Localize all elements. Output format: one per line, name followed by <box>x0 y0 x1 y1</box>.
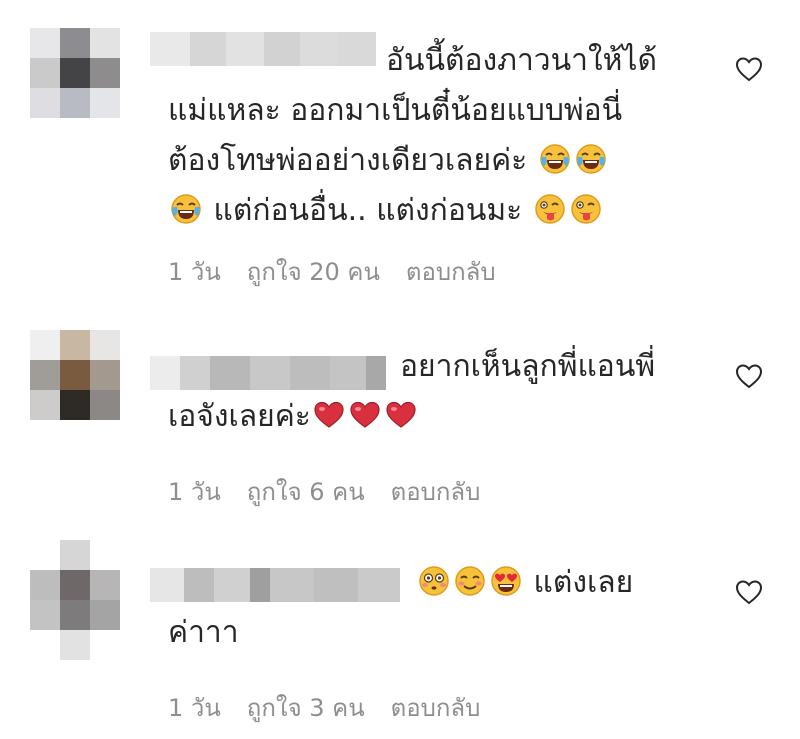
heart-icon <box>385 399 417 431</box>
flushed-face-icon <box>418 565 450 597</box>
comment-line: เอจังเลยค่ะ <box>168 399 311 434</box>
avatar[interactable] <box>30 540 120 660</box>
reply-button[interactable]: ตอบกลับ <box>391 472 481 511</box>
avatar[interactable] <box>30 28 120 118</box>
comment-line: แต่ก่อนอื่น.. แต่งก่อนมะ <box>213 193 523 228</box>
winking-tongue-icon <box>570 193 602 225</box>
tears-of-joy-icon <box>170 193 202 225</box>
heart-icon <box>313 399 345 431</box>
likes-count[interactable]: ถูกใจ 3 คน <box>247 688 365 727</box>
comment-line: แต่งเลย <box>533 565 634 600</box>
comment-line: อยากเห็นลูกพี่แอนพี่ <box>400 349 656 384</box>
reply-button[interactable]: ตอบกลับ <box>406 252 496 291</box>
heart-eyes-icon <box>490 565 522 597</box>
likes-count[interactable]: ถูกใจ 6 คน <box>247 472 365 511</box>
comment-text: อยากเห็นลูกพี่แอนพี่ เอจังเลยค่ะ <box>168 342 688 442</box>
comment-time[interactable]: 1 วัน <box>168 472 221 511</box>
likes-count[interactable]: ถูกใจ 20 คน <box>247 252 380 291</box>
comment-text: แต่งเลย ค่าาา <box>168 558 688 658</box>
like-heart-icon[interactable] <box>734 55 764 83</box>
tears-of-joy-icon <box>539 143 571 175</box>
like-heart-icon[interactable] <box>734 578 764 606</box>
comment-line: ต้องโทษพ่ออย่างเดียวเลยค่ะ <box>168 143 528 178</box>
comment-time[interactable]: 1 วัน <box>168 252 221 291</box>
winking-tongue-icon <box>534 193 566 225</box>
comment-line: ค่าาา <box>168 615 239 650</box>
comment-meta: 1 วัน ถูกใจ 20 คน ตอบกลับ <box>168 252 496 291</box>
smiling-blush-icon <box>454 565 486 597</box>
comment-line: อันนี้ต้องภาวนาให้ได้ <box>386 43 657 78</box>
heart-icon <box>349 399 381 431</box>
reply-button[interactable]: ตอบกลับ <box>391 688 481 727</box>
comment-meta: 1 วัน ถูกใจ 6 คน ตอบกลับ <box>168 472 480 511</box>
tears-of-joy-icon <box>575 143 607 175</box>
avatar[interactable] <box>30 330 120 420</box>
like-heart-icon[interactable] <box>734 362 764 390</box>
comment-text: อันนี้ต้องภาวนาให้ได้ แม่แหละ ออกมาเป็นต… <box>168 36 688 236</box>
comment-time[interactable]: 1 วัน <box>168 688 221 727</box>
comment-meta: 1 วัน ถูกใจ 3 คน ตอบกลับ <box>168 688 480 727</box>
comment-line: แม่แหละ ออกมาเป็นตี๋น้อยแบบพ่อนี่ <box>168 93 623 128</box>
